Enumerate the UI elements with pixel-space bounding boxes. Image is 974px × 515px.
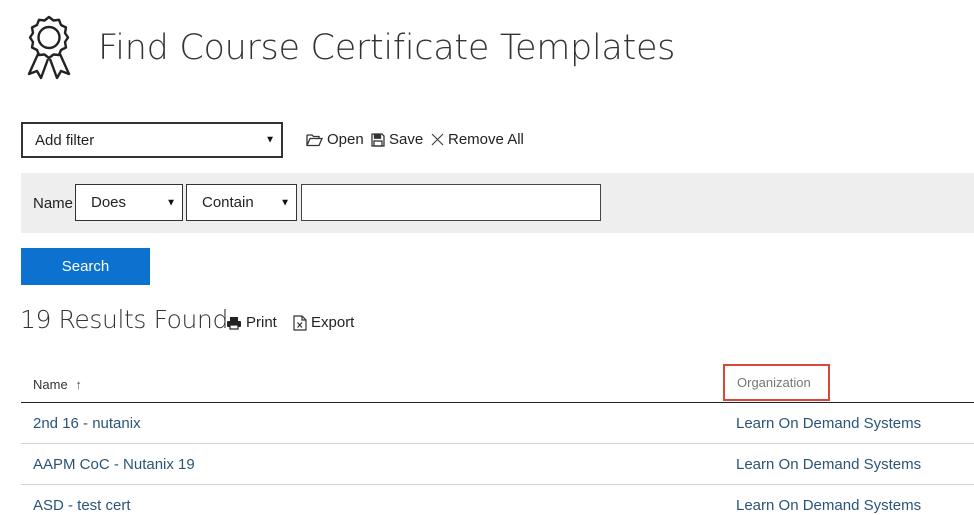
operator-select-contain[interactable]: Contain ▼: [186, 184, 297, 221]
save-label: Save: [389, 131, 424, 148]
export-button[interactable]: Export: [293, 314, 354, 331]
add-filter-select[interactable]: Add filter ▼: [21, 122, 283, 158]
row-name-link[interactable]: AAPM CoC - Nutanix 19: [33, 456, 195, 473]
row-organization: Learn On Demand Systems: [736, 497, 922, 514]
operator-select-does[interactable]: Does ▼: [75, 184, 183, 221]
row-name-link[interactable]: ASD - test cert: [33, 497, 131, 514]
floppy-disk-icon: [371, 132, 385, 147]
dropdown-caret-icon: ▼: [166, 197, 176, 208]
operator-contain-value: Contain: [202, 194, 254, 211]
row-divider: [21, 443, 974, 444]
table-header-divider: [21, 402, 974, 403]
open-button[interactable]: Open: [306, 131, 364, 148]
close-icon: [431, 133, 444, 146]
dropdown-caret-icon: ▼: [265, 134, 275, 146]
remove-all-label: Remove All: [448, 131, 524, 148]
row-name-link[interactable]: 2nd 16 - nutanix: [33, 415, 141, 432]
export-label: Export: [311, 314, 355, 331]
excel-export-icon: [293, 314, 307, 331]
open-label: Open: [327, 131, 364, 148]
results-count: 19 Results Found: [20, 305, 228, 334]
print-button[interactable]: Print: [226, 314, 277, 331]
column-header-name-label: Name: [33, 377, 68, 392]
award-ribbon-icon: [22, 14, 76, 80]
column-header-name[interactable]: Name ↑: [33, 377, 82, 392]
printer-icon: [226, 316, 242, 330]
save-button[interactable]: Save: [371, 131, 423, 148]
print-label: Print: [246, 314, 277, 331]
row-organization: Learn On Demand Systems: [736, 415, 922, 432]
column-header-organization-label: Organization: [737, 375, 811, 390]
folder-open-icon: [306, 133, 323, 147]
filter-field-label: Name: [33, 195, 74, 212]
add-filter-value: Add filter: [35, 131, 95, 149]
sort-ascending-icon: ↑: [75, 377, 82, 392]
dropdown-caret-icon: ▼: [280, 197, 290, 208]
row-organization: Learn On Demand Systems: [736, 456, 922, 473]
page-title: Find Course Certificate Templates: [98, 28, 676, 68]
filter-value-input[interactable]: [301, 184, 601, 221]
column-header-organization[interactable]: Organization: [723, 364, 830, 401]
row-divider: [21, 484, 974, 485]
operator-does-value: Does: [91, 194, 127, 211]
remove-all-button[interactable]: Remove All: [431, 131, 524, 148]
search-button[interactable]: Search: [21, 248, 150, 285]
